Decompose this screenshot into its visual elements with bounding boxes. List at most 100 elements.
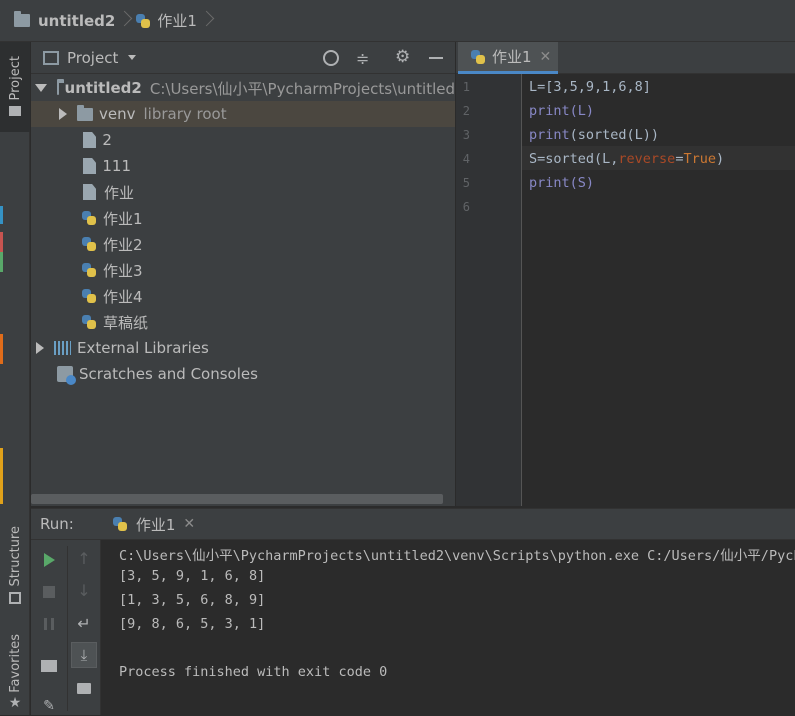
run-label: Run: bbox=[40, 515, 74, 533]
expand-arrow-icon[interactable] bbox=[35, 84, 47, 92]
console-line: [9, 8, 6, 5, 3, 1] bbox=[119, 616, 266, 632]
code-editor[interactable]: L=[3,5,9,1,6,8] print(L) print(sorted(L)… bbox=[522, 74, 795, 506]
pause-button[interactable] bbox=[39, 614, 59, 634]
library-icon bbox=[54, 341, 71, 355]
tree-item-py1[interactable]: 作业1 bbox=[31, 205, 455, 231]
project-tool-tab[interactable]: Project bbox=[0, 42, 30, 132]
stop-button[interactable] bbox=[39, 582, 59, 602]
tree-item-label: Scratches and Consoles bbox=[79, 365, 258, 383]
printer-icon bbox=[77, 682, 91, 694]
tree-item-py3[interactable]: 作业3 bbox=[31, 257, 455, 283]
rerun-button[interactable] bbox=[39, 550, 59, 570]
line-number: 6 bbox=[462, 200, 470, 214]
tree-item-venv[interactable]: venv library root bbox=[31, 101, 455, 127]
tree-item-label: External Libraries bbox=[77, 339, 209, 357]
scratches-icon bbox=[57, 366, 76, 385]
run-toolbar: ✎ ↑ ↓ ↵ ⤓ bbox=[31, 540, 101, 715]
code-line-2: print(L) bbox=[529, 103, 595, 119]
project-view-selector[interactable]: Project bbox=[67, 49, 118, 67]
editor-tabs: 作业1 ✕ bbox=[456, 42, 795, 74]
scroll-end-icon: ⤓ bbox=[80, 646, 88, 664]
close-icon[interactable]: ✕ bbox=[540, 49, 552, 65]
root-name: untitled2 bbox=[64, 79, 142, 97]
editor-tab-active[interactable]: 作业1 ✕ bbox=[458, 42, 558, 74]
edge-decoration bbox=[0, 448, 3, 504]
breadcrumb-file[interactable]: 作业1 bbox=[135, 0, 197, 42]
python-file-icon bbox=[81, 262, 97, 278]
project-tool-tab-label: Project bbox=[7, 56, 23, 101]
stop-icon bbox=[43, 586, 55, 598]
expand-arrow-icon[interactable] bbox=[59, 108, 67, 120]
tree-item-label: 作业 bbox=[104, 183, 135, 202]
folder-icon bbox=[57, 78, 63, 95]
soft-wrap-button[interactable]: ↵ bbox=[74, 613, 94, 633]
edge-decoration bbox=[0, 334, 3, 364]
close-icon[interactable]: ✕ bbox=[183, 516, 195, 532]
project-tree: untitled2 C:\Users\仙小平\PycharmProjects\u… bbox=[31, 74, 455, 506]
root-path: C:\Users\仙小平\PycharmProjects\untitled bbox=[149, 79, 455, 98]
code-line-5: print(S) bbox=[529, 175, 595, 191]
folder-icon bbox=[77, 104, 93, 121]
favorites-tool-tab-label: Favorites bbox=[7, 634, 23, 693]
structure-tool-tab[interactable]: Structure bbox=[0, 526, 30, 614]
tree-item-2[interactable]: ? 2 bbox=[31, 127, 455, 153]
tree-item-label: 作业2 bbox=[103, 235, 143, 254]
tree-root[interactable]: untitled2 C:\Users\仙小平\PycharmProjects\u… bbox=[31, 75, 455, 101]
clock-icon bbox=[66, 375, 76, 385]
tree-item-label: 作业3 bbox=[103, 261, 143, 280]
pin-button[interactable]: ✎ bbox=[39, 696, 59, 716]
run-tab[interactable]: 作业1 ✕ bbox=[112, 514, 195, 535]
tree-item-text-file[interactable]: 作业 bbox=[31, 179, 455, 205]
editor-tab-label: 作业1 bbox=[492, 48, 532, 66]
python-file-icon bbox=[81, 288, 97, 304]
tree-item-py4[interactable]: 作业4 bbox=[31, 283, 455, 309]
console-output[interactable]: C:\Users\仙小平\PycharmProjects\untitled2\v… bbox=[101, 540, 795, 715]
navigation-bar: untitled2 作业1 bbox=[0, 0, 795, 42]
chevron-down-icon[interactable] bbox=[128, 55, 137, 60]
tree-item-111[interactable]: ? 111 bbox=[31, 153, 455, 179]
arrow-up-icon: ↑ bbox=[77, 548, 91, 568]
text-file-icon bbox=[83, 184, 96, 200]
expand-arrow-icon[interactable] bbox=[36, 342, 44, 354]
code-builtin: print bbox=[529, 127, 570, 143]
python-file-icon bbox=[81, 314, 97, 330]
pin-icon: ✎ bbox=[43, 698, 55, 714]
scroll-to-end-button[interactable]: ⤓ bbox=[71, 642, 97, 668]
layout-icon bbox=[41, 660, 57, 672]
project-icon bbox=[9, 106, 21, 117]
chevron-right-icon bbox=[119, 0, 131, 42]
play-icon bbox=[43, 553, 55, 567]
structure-tool-tab-label: Structure bbox=[7, 526, 23, 587]
tree-item-py2[interactable]: 作业2 bbox=[31, 231, 455, 257]
tree-item-external-libraries[interactable]: External Libraries bbox=[31, 335, 455, 361]
favorites-tool-tab[interactable]: Favorites ★ bbox=[0, 634, 30, 715]
pause-icon bbox=[44, 618, 54, 630]
code-line-3: print(sorted(L)) bbox=[529, 127, 659, 143]
tree-item-scratches[interactable]: Scratches and Consoles bbox=[31, 361, 455, 387]
wrap-icon: ↵ bbox=[77, 613, 91, 633]
collapse-all-icon[interactable]: ≑ bbox=[356, 49, 369, 68]
tree-item-draft[interactable]: 草稿纸 bbox=[31, 309, 455, 335]
chevron-right-icon bbox=[201, 0, 213, 42]
locate-icon[interactable] bbox=[323, 50, 339, 66]
print-button[interactable] bbox=[74, 678, 94, 698]
horizontal-scrollbar[interactable] bbox=[31, 494, 443, 504]
breadcrumb-project[interactable]: untitled2 bbox=[14, 0, 115, 42]
line-number: 5 bbox=[462, 176, 470, 190]
up-button[interactable]: ↑ bbox=[74, 548, 94, 568]
structure-icon bbox=[9, 592, 21, 605]
restore-layout-button[interactable] bbox=[39, 656, 59, 676]
down-button[interactable]: ↓ bbox=[74, 580, 94, 600]
code-args: (sorted(L)) bbox=[569, 127, 660, 143]
gear-icon[interactable]: ⚙ bbox=[395, 47, 410, 67]
code-line-1: L=[3,5,9,1,6,8] bbox=[529, 79, 651, 95]
minimize-icon[interactable] bbox=[429, 57, 443, 59]
python-file-icon bbox=[112, 516, 128, 532]
line-number-gutter: 1 2 3 4 5 6 bbox=[456, 74, 522, 506]
line-number: 3 bbox=[462, 128, 470, 142]
python-file-icon bbox=[81, 210, 97, 226]
breadcrumb-project-label: untitled2 bbox=[38, 11, 116, 30]
code-assign: S=sorted(L, bbox=[529, 151, 619, 167]
project-view-icon bbox=[43, 50, 59, 65]
code-paren: ) bbox=[715, 151, 725, 167]
